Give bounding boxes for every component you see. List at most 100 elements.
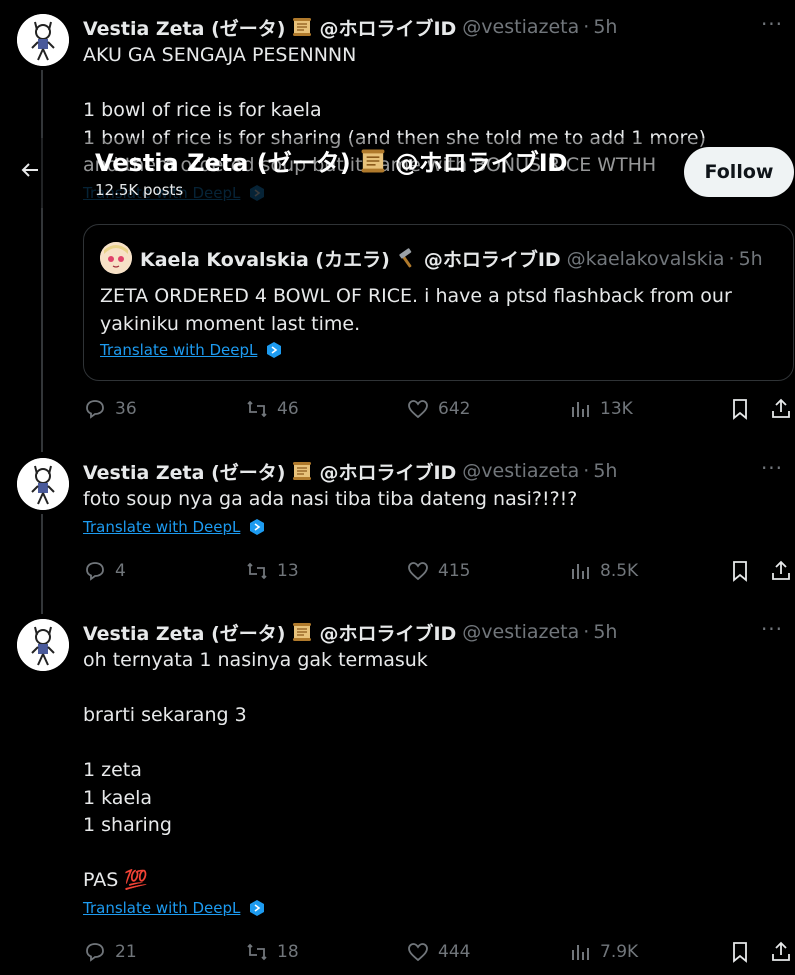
translate-link[interactable]: Translate with DeepL <box>83 518 266 536</box>
translate-label: Translate with DeepL <box>83 899 241 917</box>
share-icon <box>772 560 790 580</box>
tweet-header: Vestia Zeta (ゼータ) @ホロライブID @vestiazeta ·… <box>83 619 755 645</box>
views-icon <box>572 402 589 417</box>
bookmark-icon <box>733 399 747 420</box>
view-count: 7.9K <box>600 942 639 962</box>
handle[interactable]: @vestiazeta <box>462 460 579 482</box>
like-button[interactable]: 415 <box>406 559 470 583</box>
zeta-avatar-icon <box>17 458 69 510</box>
reply-count: 4 <box>115 561 126 581</box>
timestamp[interactable]: 5h <box>593 621 617 643</box>
retweet-button[interactable]: 46 <box>245 397 299 421</box>
handle[interactable]: @kaelakovalskia <box>567 248 725 270</box>
hammer-icon <box>399 247 412 267</box>
bookmark-button[interactable] <box>728 940 752 964</box>
display-name[interactable]: Kaela Kovalskia (カエラ) <box>140 245 390 272</box>
more-icon[interactable]: ··· <box>757 14 787 40</box>
profile-sticky-header: Vestia Zeta (ゼータ) @ホロライブID 12.5K posts <box>0 138 795 208</box>
follow-button[interactable]: Follow <box>684 147 794 197</box>
views-icon <box>572 564 589 579</box>
quoted-tweet[interactable]: Kaela Kovalskia (カエラ) @ホロライブID @kaelakov… <box>83 224 794 381</box>
avatar[interactable] <box>17 14 69 66</box>
retweet-button[interactable]: 18 <box>245 940 299 964</box>
handle-jp[interactable]: @ホロライブID <box>319 619 456 646</box>
retweet-button[interactable]: 13 <box>245 559 299 583</box>
timestamp[interactable]: 5h <box>593 460 617 482</box>
heart-icon <box>408 943 428 962</box>
views-button[interactable]: 13K <box>568 397 633 421</box>
separator-dot: · <box>728 247 735 270</box>
reply-button[interactable]: 4 <box>83 559 126 583</box>
tweet-header: Vestia Zeta (ゼータ) @ホロライブID @vestiazeta ·… <box>83 14 755 40</box>
share-button[interactable] <box>769 559 793 583</box>
translate-link[interactable]: Translate with DeepL <box>83 899 266 917</box>
heart-icon <box>408 400 428 419</box>
translate-link[interactable]: Translate with DeepL <box>100 341 283 359</box>
bookmark-icon <box>733 942 747 963</box>
quote-text: ZETA ORDERED 4 BOWL OF RICE. i have a pt… <box>100 285 732 335</box>
tweet[interactable]: Vestia Zeta (ゼータ) @ホロライブID @vestiazeta ·… <box>0 619 795 949</box>
handle-jp[interactable]: @ホロライブID <box>319 14 456 41</box>
views-icon <box>572 945 589 960</box>
retweet-count: 13 <box>277 561 299 581</box>
timestamp[interactable]: 5h <box>593 16 617 38</box>
views-button[interactable]: 7.9K <box>568 940 638 964</box>
handle-jp[interactable]: @ホロライブID <box>424 245 561 272</box>
retweet-icon <box>247 562 267 580</box>
like-button[interactable]: 444 <box>406 940 470 964</box>
scroll-icon <box>293 18 312 36</box>
tweet-text: oh ternyata 1 nasinya gak termasuk brart… <box>83 649 428 891</box>
display-name[interactable]: Vestia Zeta (ゼータ) <box>83 14 285 41</box>
tweet-actions: 36 46 642 13K <box>83 397 795 425</box>
retweet-icon <box>247 400 267 418</box>
display-name[interactable]: Vestia Zeta (ゼータ) <box>83 458 285 485</box>
handle[interactable]: @vestiazeta <box>462 621 579 643</box>
reply-icon <box>86 562 104 581</box>
bookmark-button[interactable] <box>728 397 752 421</box>
avatar[interactable] <box>100 242 132 274</box>
timestamp[interactable]: 5h <box>739 248 763 270</box>
like-count: 642 <box>438 399 471 419</box>
like-count: 415 <box>438 561 471 581</box>
like-button[interactable]: 642 <box>406 397 470 421</box>
retweet-count: 18 <box>277 942 299 962</box>
deepl-icon <box>267 342 282 358</box>
back-arrow-icon[interactable] <box>18 158 42 182</box>
zeta-avatar-icon <box>17 14 69 66</box>
profile-handle-jp: @ホロライブID <box>394 149 568 177</box>
retweet-icon <box>247 943 267 961</box>
handle-jp[interactable]: @ホロライブID <box>319 458 456 485</box>
deepl-icon <box>250 519 265 535</box>
reply-count: 21 <box>115 942 137 962</box>
views-button[interactable]: 8.5K <box>568 559 638 583</box>
separator-dot: · <box>583 16 590 38</box>
separator-dot: · <box>583 460 590 482</box>
share-button[interactable] <box>769 940 793 964</box>
zeta-avatar-icon <box>17 619 69 671</box>
handle[interactable]: @vestiazeta <box>462 16 579 38</box>
avatar[interactable] <box>17 458 69 510</box>
reply-button[interactable]: 21 <box>83 940 137 964</box>
share-button[interactable] <box>769 397 793 421</box>
view-count: 8.5K <box>600 561 639 581</box>
quote-header: Kaela Kovalskia (カエラ) @ホロライブID @kaelakov… <box>140 245 763 272</box>
scroll-icon <box>361 149 385 172</box>
retweet-count: 46 <box>277 399 299 419</box>
scroll-icon <box>293 462 312 480</box>
reply-count: 36 <box>115 399 137 419</box>
translate-label: Translate with DeepL <box>83 518 241 536</box>
reply-icon <box>86 943 104 962</box>
tweet-header: Vestia Zeta (ゼータ) @ホロライブID @vestiazeta ·… <box>83 458 755 484</box>
display-name[interactable]: Vestia Zeta (ゼータ) <box>83 619 285 646</box>
more-icon[interactable]: ··· <box>757 458 787 484</box>
reply-button[interactable]: 36 <box>83 397 137 421</box>
translate-label: Translate with DeepL <box>100 341 258 359</box>
bookmark-button[interactable] <box>728 559 752 583</box>
reply-icon <box>86 400 104 419</box>
view-count: 13K <box>600 399 633 419</box>
share-icon <box>772 398 790 418</box>
tweet-actions: 4 13 415 8.5K <box>83 559 795 587</box>
avatar[interactable] <box>17 619 69 671</box>
tweet-text: foto soup nya ga ada nasi tiba tiba date… <box>83 488 578 510</box>
more-icon[interactable]: ··· <box>757 619 787 645</box>
